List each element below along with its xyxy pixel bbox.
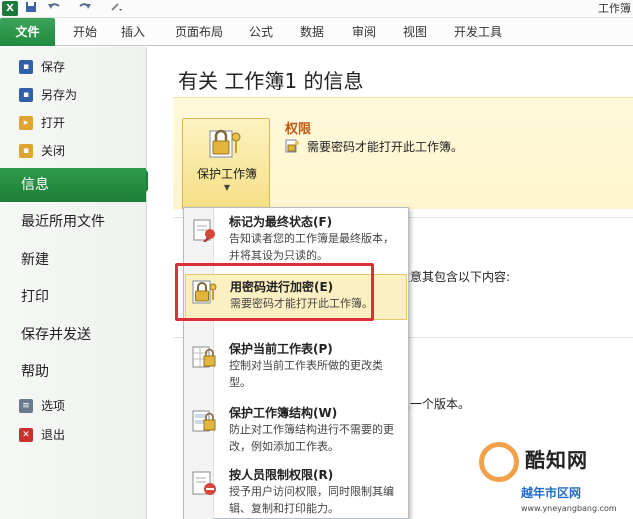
menu-item-desc: 防止对工作簿结构进行不需要的更改，例如添加工作表。	[229, 423, 394, 453]
ribbon-tabs: 文件 开始 插入 页面布局 公式 数据 审阅 视图 开发工具	[0, 18, 633, 46]
protect-sheet-icon	[192, 346, 216, 368]
nav-new[interactable]: 新建	[0, 243, 146, 277]
tab-home[interactable]: 开始	[65, 18, 105, 46]
nav-close[interactable]: ▪ 关闭	[0, 139, 146, 163]
nav-info-label: 信息	[21, 177, 49, 193]
tab-data[interactable]: 数据	[292, 18, 332, 46]
nav-exit-label: 退出	[41, 428, 66, 442]
page-title: 有关 工作簿1 的信息	[178, 69, 364, 93]
redo-icon[interactable]	[78, 1, 92, 16]
nav-close-label: 关闭	[41, 144, 66, 158]
permissions-description: 需要密码才能打开此工作簿。	[307, 140, 464, 154]
watermark-brand: 酷知网	[525, 448, 588, 472]
menu-item-title: 保护工作簿结构(W)	[229, 406, 338, 420]
watermark-url: www.yneyangbang.com	[521, 504, 617, 513]
menu-item-desc: 控制对当前工作表所做的更改类型。	[229, 359, 383, 389]
nav-save-label: 保存	[41, 60, 66, 74]
menu-item-desc: 告知读者您的工作簿是最终版本，并将其设为只读的。	[229, 232, 394, 262]
nav-new-label: 新建	[21, 252, 49, 268]
nav-help[interactable]: 帮助	[0, 355, 146, 389]
nav-open-label: 打开	[41, 116, 66, 130]
workbook-lock-icon	[209, 129, 241, 158]
menu-item-title: 按人员限制权限(R)	[229, 468, 334, 482]
nav-open[interactable]: ▸ 打开	[0, 111, 146, 135]
options-icon: ≡	[19, 399, 33, 413]
tab-review[interactable]: 审阅	[344, 18, 384, 46]
nav-recent-label: 最近所用文件	[21, 214, 105, 230]
watermark: 酷知网 越年市区网 www.yneyangbang.com	[473, 442, 633, 519]
save-as-icon: ▪	[19, 88, 33, 102]
chevron-down-icon: ▼	[223, 183, 231, 192]
close-folder-icon: ▪	[19, 144, 33, 158]
nav-recent[interactable]: 最近所用文件	[0, 205, 146, 239]
exit-icon: ✕	[19, 428, 33, 442]
tab-page-layout[interactable]: 页面布局	[167, 18, 231, 46]
customize-icon[interactable]	[110, 1, 124, 16]
watermark-logo-icon	[479, 442, 519, 482]
inspect-text: 注意其包含以下内容:	[398, 270, 511, 284]
nav-print[interactable]: 打印	[0, 280, 146, 314]
nav-help-label: 帮助	[21, 364, 49, 380]
open-folder-icon: ▸	[19, 116, 33, 130]
menu-item-desc: 授予用户访问权限，同时限制其编辑、复制和打印能力。	[229, 485, 394, 515]
nav-save-send[interactable]: 保存并发送	[0, 318, 146, 352]
tab-file[interactable]: 文件	[0, 18, 55, 46]
menu-item-protect-sheet[interactable]: 保护当前工作表(P) 控制对当前工作表所做的更改类型。	[185, 340, 407, 396]
undo-icon[interactable]	[47, 1, 61, 16]
mark-final-icon	[193, 219, 215, 242]
permissions-heading: 权限	[285, 122, 312, 137]
protect-structure-icon	[192, 410, 216, 432]
menu-item-mark-final[interactable]: 标记为最终状态(F) 告知读者您的工作簿是最终版本，并将其设为只读的。	[185, 213, 407, 268]
excel-app-icon[interactable]: X	[2, 1, 18, 16]
tab-insert[interactable]: 插入	[113, 18, 153, 46]
nav-exit[interactable]: ✕ 退出	[0, 423, 146, 447]
restrict-permission-icon	[192, 471, 216, 495]
nav-save-send-label: 保存并发送	[21, 327, 91, 343]
save-icon[interactable]	[25, 1, 37, 16]
menu-item-protect-structure[interactable]: 保护工作簿结构(W) 防止对工作簿结构进行不需要的更改，例如添加工作表。	[185, 404, 407, 460]
protect-workbook-label: 保护工作簿	[196, 167, 257, 181]
nav-options[interactable]: ≡ 选项	[0, 394, 146, 418]
window-title: 工作簿	[598, 2, 631, 15]
nav-save[interactable]: ▪ 保存	[0, 55, 146, 79]
nav-print-label: 打印	[21, 289, 49, 305]
title-bar: X 工作簿	[0, 0, 633, 18]
nav-save-as-label: 另存为	[41, 88, 78, 102]
protect-workbook-button[interactable]: 保护工作簿 ▼	[182, 118, 270, 210]
tab-view[interactable]: 视图	[395, 18, 435, 46]
menu-item-title: 保护当前工作表(P)	[229, 342, 333, 356]
highlight-annotation	[175, 263, 374, 321]
save-icon: ▪	[19, 60, 33, 74]
nav-info[interactable]: 信息	[0, 168, 146, 202]
permissions-section: 保护工作簿 ▼ 权限 需要密码才能打开此工作簿。	[173, 97, 633, 210]
menu-item-title: 标记为最终状态(F)	[229, 215, 333, 229]
tab-formulas[interactable]: 公式	[241, 18, 281, 46]
protect-workbook-menu: 标记为最终状态(F) 告知读者您的工作簿是最终版本，并将其设为只读的。 用密码进…	[183, 207, 409, 519]
nav-save-as[interactable]: ▪ 另存为	[0, 83, 146, 107]
menu-item-restrict-permission[interactable]: 按人员限制权限(R) 授予用户访问权限，同时限制其编辑、复制和打印能力。	[185, 466, 407, 519]
lock-icon	[285, 139, 299, 153]
nav-options-label: 选项	[41, 399, 66, 413]
backstage-nav: ▪ 保存 ▪ 另存为 ▸ 打开 ▪ 关闭 信息 最近所用文件 新建 打印 保存并…	[0, 47, 147, 519]
tab-developer[interactable]: 开发工具	[446, 18, 510, 46]
watermark-subtitle: 越年市区网	[521, 486, 582, 500]
